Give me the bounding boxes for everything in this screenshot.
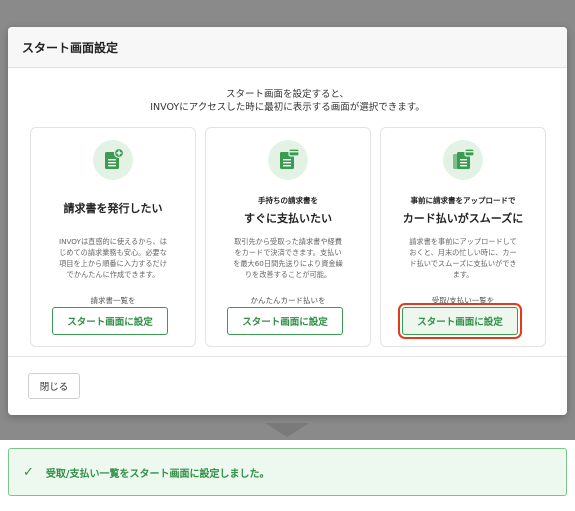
card-description: INVOYは直感的に使えるから、は じめての請求業務も安心。必要な 項目を上から…	[41, 236, 185, 280]
desc-line: 項目を上から順番に入力するだけ	[59, 259, 167, 268]
card-caption: かんたんカード払いを	[250, 296, 326, 305]
desc-line: りを改善することが可能。	[244, 270, 332, 279]
desc-line: おくと、月末の忙しい時に、カー	[409, 248, 517, 257]
set-start-button-invoice-list[interactable]: スタート画面に設定	[52, 307, 168, 335]
start-screen-modal: スタート画面設定 スタート画面を設定すると、 INVOYにアクセスした時に最初に…	[8, 27, 567, 415]
modal-footer: 閉じる	[8, 356, 567, 415]
intro-line-1: スタート画面を設定すると、	[225, 89, 350, 100]
desc-line: 取引先から受取った請求書や経費	[234, 237, 342, 246]
desc-line: じめての請求業務も安心。必要な	[59, 248, 167, 257]
card-description: 取引先から受取った請求書や経費 をカードで決済できます。支払い を最大60日間先…	[216, 236, 360, 280]
desc-line: INVOYは直感的に使えるから、は	[59, 237, 167, 246]
card-title: すぐに支払いたい	[244, 212, 332, 225]
down-arrow-icon	[265, 423, 309, 437]
success-toast: ✓ 受取/支払い一覧をスタート画面に設定しました。	[8, 448, 567, 496]
intro-line-2: INVOYにアクセスした時に最初に表示する画面が選択できます。	[150, 102, 425, 113]
card-caption: 受取/支払い一覧を	[431, 296, 495, 305]
desc-line: 請求書を事前にアップロードして	[409, 237, 517, 246]
card-upload-invoice: 事前に請求書をアップロードで カード払いがスムーズに 請求書を事前にアップロード…	[380, 127, 546, 347]
card-subtitle: 手持ちの請求書を	[258, 196, 318, 205]
set-start-button-receivable-list[interactable]: スタート画面に設定	[398, 303, 522, 339]
invoice-add-icon	[93, 140, 133, 180]
close-button[interactable]: 閉じる	[28, 373, 80, 399]
desc-line: でかんたんに作成できます。	[66, 270, 160, 279]
card-title: カード払いがスムーズに	[402, 212, 524, 225]
card-pay-invoice: 手持ちの請求書を すぐに支払いたい 取引先から受取った請求書や経費 をカードで決…	[205, 127, 371, 347]
invoice-upload-icon	[443, 140, 483, 180]
desc-line: ド払いでスムーズに支払いができ	[409, 259, 517, 268]
check-icon: ✓	[23, 464, 34, 480]
invoice-pay-icon	[268, 140, 308, 180]
card-caption: 請求書一覧を	[90, 296, 136, 305]
desc-line: ます。	[452, 270, 474, 279]
desc-line: をカードで決済できます。支払い	[234, 248, 342, 257]
card-title: 請求書を発行したい	[63, 202, 163, 215]
card-issue-invoice: 請求書を発行したい INVOYは直感的に使えるから、は じめての請求業務も安心。…	[30, 127, 196, 347]
set-start-button-card-payment[interactable]: スタート画面に設定	[227, 307, 343, 335]
toast-message: 受取/支払い一覧をスタート画面に設定しました。	[45, 468, 270, 480]
card-subtitle: 事前に請求書をアップロードで	[410, 196, 516, 205]
modal-intro: スタート画面を設定すると、 INVOYにアクセスした時に最初に表示する画面が選択…	[8, 88, 567, 114]
card-description: 請求書を事前にアップロードして おくと、月末の忙しい時に、カー ド払いでスムーズ…	[391, 236, 535, 280]
desc-line: を最大60日間先送りにより資金繰	[233, 259, 343, 268]
option-cards: 請求書を発行したい INVOYは直感的に使えるから、は じめての請求業務も安心。…	[30, 127, 548, 347]
modal-title: スタート画面設定	[8, 27, 567, 68]
